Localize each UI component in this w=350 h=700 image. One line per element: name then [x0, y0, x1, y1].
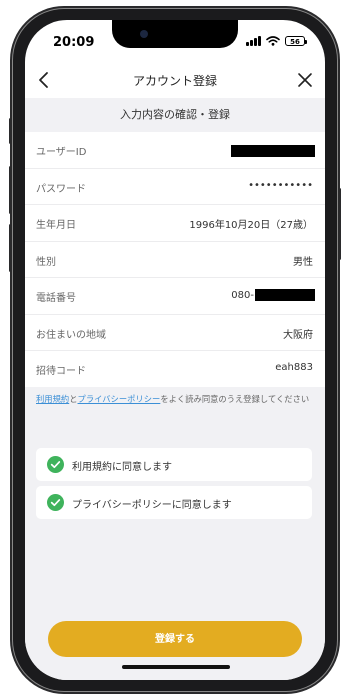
row-value: 男性	[293, 256, 313, 268]
row-invite-code: 招待コード eah883	[25, 351, 325, 388]
terms-consent-checkbox[interactable]: 利用規約に同意します	[36, 448, 312, 481]
check-circle-icon	[47, 494, 64, 511]
check-circle-icon	[47, 456, 64, 473]
privacy-consent-checkbox[interactable]: プライバシーポリシーに同意します	[36, 486, 312, 519]
volume-up-button	[9, 166, 12, 214]
terms-link[interactable]: 利用規約	[36, 394, 69, 404]
checkbox-label: プライバシーポリシーに同意します	[72, 500, 232, 511]
mute-switch	[9, 118, 12, 144]
notice-text: をよく読み同意のうえ登録してください	[160, 394, 310, 404]
row-label: 電話番号	[36, 293, 76, 304]
row-phone: 電話番号 080-	[25, 278, 325, 315]
row-value: 080-	[231, 289, 254, 301]
row-value: eah883	[275, 362, 313, 373]
camera-icon	[140, 30, 148, 38]
consent-notice: 利用規約とプライバシーポリシーをよく読み同意のうえ登録してください	[36, 393, 316, 406]
privacy-policy-link[interactable]: プライバシーポリシー	[78, 394, 161, 404]
phone-value: 080-	[231, 289, 315, 301]
status-time: 20:09	[53, 35, 95, 50]
row-region: お住まいの地域 大阪府	[25, 315, 325, 351]
home-indicator	[122, 665, 230, 669]
notch	[112, 20, 238, 48]
close-icon[interactable]	[293, 68, 317, 92]
checkbox-label: 利用規約に同意します	[72, 462, 172, 473]
register-button[interactable]: 登録する	[48, 621, 302, 657]
redacted-value	[255, 289, 315, 301]
wifi-icon	[266, 36, 280, 46]
row-value: 1996年10月20日（27歳）	[189, 220, 313, 231]
row-label: 招待コード	[36, 366, 86, 377]
redacted-value	[231, 145, 315, 157]
nav-bar: アカウント登録	[25, 62, 325, 98]
signal-icon	[246, 36, 261, 46]
confirmation-list: ユーザーID パスワード ••••••••••• 生年月日 1996年10月20…	[25, 132, 325, 388]
row-label: お住まいの地域	[36, 329, 106, 341]
power-button	[338, 188, 341, 260]
battery-level: 56	[290, 38, 300, 46]
row-label: 性別	[36, 256, 56, 268]
status-icons: 56	[246, 36, 307, 46]
row-password: パスワード •••••••••••	[25, 169, 325, 205]
screen: 20:09 56 アカウント登録 入力内容の確認・登録 ユーザーID パスワード…	[25, 20, 325, 680]
row-user-id: ユーザーID	[25, 132, 325, 169]
row-value: •••••••••••	[248, 179, 313, 191]
row-label: ユーザーID	[36, 147, 87, 158]
page-title: アカウント登録	[132, 74, 217, 88]
notice-connector: と	[69, 394, 78, 404]
section-header: 入力内容の確認・登録	[25, 98, 325, 132]
row-value: 大阪府	[283, 329, 313, 341]
row-gender: 性別 男性	[25, 242, 325, 278]
row-birthdate: 生年月日 1996年10月20日（27歳）	[25, 205, 325, 242]
volume-down-button	[9, 224, 12, 272]
row-label: 生年月日	[36, 220, 76, 231]
battery-icon: 56	[285, 36, 307, 46]
row-label: パスワード	[36, 183, 86, 195]
